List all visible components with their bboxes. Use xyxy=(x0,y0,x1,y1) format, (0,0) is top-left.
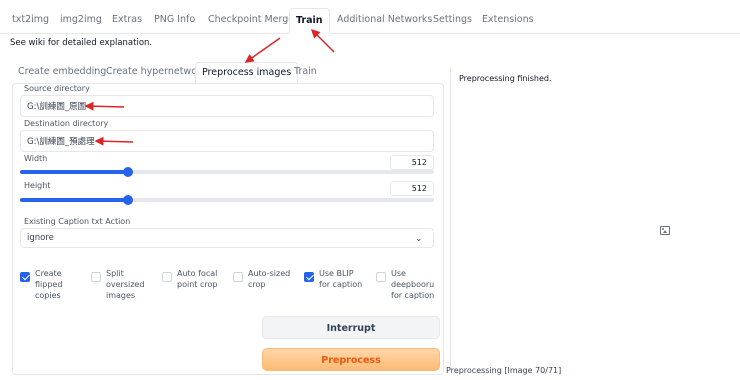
width-slider-fill xyxy=(20,170,128,174)
subtab-preprocess-images[interactable]: Preprocess images xyxy=(195,62,299,84)
output-panel xyxy=(450,68,740,368)
checkbox-label: Auto focal point crop xyxy=(177,269,218,289)
checkbox-auto-sized-crop[interactable]: Auto-sized crop xyxy=(233,268,296,290)
width-number-input[interactable]: 512 xyxy=(390,155,434,170)
checkbox-create-flipped-copies[interactable]: Create flipped copies xyxy=(20,268,83,301)
chevron-down-icon: ⌄ xyxy=(415,234,423,244)
interrupt-button[interactable]: Interrupt xyxy=(262,316,440,339)
tab-extensions[interactable]: Extensions xyxy=(476,8,540,34)
checkbox-box[interactable] xyxy=(233,272,243,282)
tab-extras[interactable]: Extras xyxy=(106,8,148,34)
height-number-input[interactable]: 512 xyxy=(390,181,434,196)
preprocess-button[interactable]: Preprocess xyxy=(262,348,440,371)
checkbox-box[interactable] xyxy=(162,272,172,282)
destination-directory-input[interactable]: G:\訓練圖_預處理 xyxy=(20,130,434,152)
caption-action-label: Existing Caption txt Action xyxy=(24,217,131,226)
width-slider-thumb[interactable] xyxy=(122,167,133,177)
checkbox-box[interactable] xyxy=(20,272,30,282)
height-slider-thumb[interactable] xyxy=(122,195,133,205)
wiki-hint: See wiki for detailed explanation. xyxy=(10,38,153,48)
caption-action-value: ignore xyxy=(27,233,54,243)
height-label: Height xyxy=(24,181,51,190)
source-directory-label: Source directory xyxy=(24,84,90,93)
subtab-train[interactable]: Train xyxy=(288,62,323,84)
checkbox-label: Auto-sized crop xyxy=(248,269,291,289)
height-slider-fill xyxy=(20,198,128,202)
tab-img2img[interactable]: img2img xyxy=(54,8,108,34)
checkbox-use-deepbooru-for-caption[interactable]: Use deepbooru for caption xyxy=(376,268,439,301)
checkbox-box[interactable] xyxy=(376,272,386,282)
tab-settings[interactable]: Settings xyxy=(427,8,478,34)
checkbox-label: Use BLIP for caption xyxy=(319,269,363,289)
arrow-to-preprocess-tab xyxy=(244,37,281,63)
caption-action-dropdown[interactable]: ignore ⌄ xyxy=(20,228,434,248)
source-directory-input[interactable]: G:\訓練圖_原圖 xyxy=(20,95,434,117)
width-slider[interactable] xyxy=(20,167,434,177)
checkbox-box[interactable] xyxy=(91,272,101,282)
image-icon xyxy=(660,226,670,235)
checkbox-auto-focal-point-crop[interactable]: Auto focal point crop xyxy=(162,268,225,290)
progress-text: Preprocessing [Image 70/71] xyxy=(446,366,562,375)
checkbox-label: Use deepbooru for caption xyxy=(391,269,435,300)
checkbox-use-blip-for-caption[interactable]: Use BLIP for caption xyxy=(304,268,367,290)
checkbox-label: Create flipped copies xyxy=(35,269,63,300)
destination-directory-label: Destination directory xyxy=(24,119,109,128)
height-slider[interactable] xyxy=(20,195,434,205)
subtab-create-embedding[interactable]: Create embedding xyxy=(12,62,112,84)
tab-train[interactable]: Train xyxy=(289,8,330,34)
tab-txt2img[interactable]: txt2img xyxy=(6,8,55,34)
checkbox-box[interactable] xyxy=(304,272,314,282)
checkbox-label: Split oversized images xyxy=(106,269,145,300)
output-status-text: Preprocessing finished. xyxy=(459,74,552,83)
main-tab-bar: txt2img img2img Extras PNG Info Checkpoi… xyxy=(0,8,740,34)
width-label: Width xyxy=(24,154,48,163)
checkbox-split-oversized-images[interactable]: Split oversized images xyxy=(91,268,154,301)
tab-png-info[interactable]: PNG Info xyxy=(148,8,201,34)
tab-additional-networks[interactable]: Additional Networks xyxy=(331,8,438,34)
train-subtab-bar: Create embedding Create hypernetwork Pre… xyxy=(6,62,442,84)
